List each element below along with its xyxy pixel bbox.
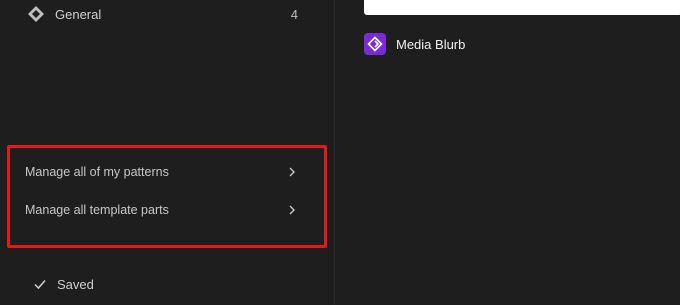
manage-template-parts-link[interactable]: Manage all template parts [25,199,298,221]
save-status: Saved [33,274,94,294]
sidebar-item-general[interactable]: General 4 [26,3,298,25]
sidebar-item-count: 4 [290,6,298,22]
chevron-right-icon [286,204,298,216]
check-icon [33,277,47,291]
save-status-label: Saved [57,276,94,292]
pattern-block-icon [364,33,386,55]
pattern-item-media-blurb[interactable]: Media Blurb [364,32,465,56]
sidebar: General 4 Manage all of my patterns Mana… [0,0,335,305]
pattern-title: Media Blurb [396,36,466,52]
pattern-preview-card[interactable] [364,0,680,15]
pattern-preview-area: Media Blurb [335,0,680,305]
manage-patterns-link[interactable]: Manage all of my patterns [25,161,298,183]
manage-template-parts-label: Manage all template parts [25,203,169,217]
manage-patterns-label: Manage all of my patterns [25,165,169,179]
chevron-right-icon [286,166,298,178]
pattern-diamond-icon [26,4,46,24]
sidebar-item-label: General [55,6,102,22]
